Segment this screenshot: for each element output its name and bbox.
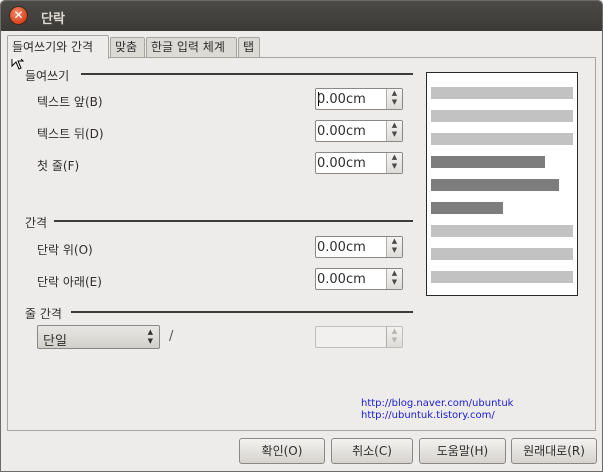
line-spacing-separator: / — [169, 329, 174, 344]
first-line-spinbox[interactable]: 0.00cm ▲ ▼ — [315, 152, 403, 174]
tab-asian-typography[interactable]: 한글 입력 체계 — [146, 37, 237, 58]
line-spacing-value-spinbox: ▲ ▼ — [315, 326, 403, 348]
tab-tabs[interactable]: 탭 — [238, 37, 260, 58]
tab-panel: 들여쓰기 텍스트 앞(B) 0.00cm ▲ ▼ 텍스트 뒤(D) 0.00cm … — [7, 57, 596, 431]
before-text-label: 텍스트 앞(B) — [37, 95, 103, 109]
indent-divider — [81, 73, 413, 75]
spin-arrows-icon[interactable]: ▲ ▼ — [386, 269, 402, 289]
preview-line-current — [431, 179, 559, 191]
paragraph-dialog: ✕ 단락 들여쓰기와 간격 맞춤 한글 입력 체계 탭 들여쓰기 텍스트 앞(B… — [0, 0, 603, 472]
after-text-spinbox[interactable]: 0.00cm ▲ ▼ — [315, 120, 403, 142]
above-paragraph-value: 0.00cm — [317, 240, 366, 255]
window-title: 단락 — [41, 12, 65, 27]
line-spacing-select[interactable]: 단일 ▲ ▼ — [37, 325, 160, 349]
help-button[interactable]: 도움말(H) — [419, 438, 506, 464]
first-line-label: 첫 줄(F) — [37, 159, 80, 173]
preview-line — [431, 133, 573, 145]
before-text-spinbox[interactable]: 0.00cm ▲ ▼ — [315, 88, 403, 110]
spin-arrows-icon[interactable]: ▲ ▼ — [386, 237, 402, 257]
preview-line — [431, 87, 573, 99]
spin-arrows-icon: ▲ ▼ — [386, 327, 402, 347]
after-text-label: 텍스트 뒤(D) — [37, 127, 104, 141]
below-paragraph-spinbox[interactable]: 0.00cm ▲ ▼ — [315, 268, 403, 290]
preview-line — [431, 110, 573, 122]
tistory-link[interactable]: http://ubuntuk.tistory.com/ — [361, 410, 495, 421]
before-text-value: 0.00cm — [317, 92, 366, 107]
below-paragraph-value: 0.00cm — [317, 272, 366, 287]
tab-indents-spacing[interactable]: 들여쓰기와 간격 — [7, 35, 109, 59]
above-paragraph-label: 단락 위(O) — [37, 243, 93, 257]
line-spacing-divider — [71, 311, 413, 313]
spin-arrows-icon[interactable]: ▲ ▼ — [386, 89, 402, 109]
spacing-divider — [54, 220, 413, 222]
cancel-button[interactable]: 취소(C) — [331, 438, 413, 464]
preview-line-current — [431, 156, 545, 168]
first-line-value: 0.00cm — [317, 156, 366, 171]
tab-alignment[interactable]: 맞춤 — [110, 37, 145, 58]
spacing-section-title: 간격 — [25, 216, 48, 230]
line-spacing-section-title: 줄 간격 — [25, 307, 62, 321]
preview-line — [431, 225, 573, 237]
blog-link[interactable]: http://blog.naver.com/ubuntuk — [361, 398, 513, 409]
title-bar: ✕ 단락 — [1, 1, 602, 31]
preview-line — [431, 248, 573, 260]
above-paragraph-spinbox[interactable]: 0.00cm ▲ ▼ — [315, 236, 403, 258]
paragraph-preview — [426, 72, 578, 296]
close-icon[interactable]: ✕ — [9, 6, 28, 25]
preview-line-current — [431, 202, 503, 214]
dropdown-arrows-icon: ▲ ▼ — [147, 328, 153, 345]
after-text-value: 0.00cm — [317, 124, 366, 139]
ok-button[interactable]: 확인(O) — [239, 438, 325, 464]
line-spacing-selected: 단일 — [43, 334, 67, 349]
indent-section-title: 들여쓰기 — [25, 69, 70, 83]
reset-button[interactable]: 원래대로(R) — [511, 438, 597, 464]
spin-arrows-icon[interactable]: ▲ ▼ — [386, 121, 402, 141]
preview-line — [431, 271, 573, 283]
spin-arrows-icon[interactable]: ▲ ▼ — [386, 153, 402, 173]
below-paragraph-label: 단락 아래(E) — [37, 275, 102, 289]
